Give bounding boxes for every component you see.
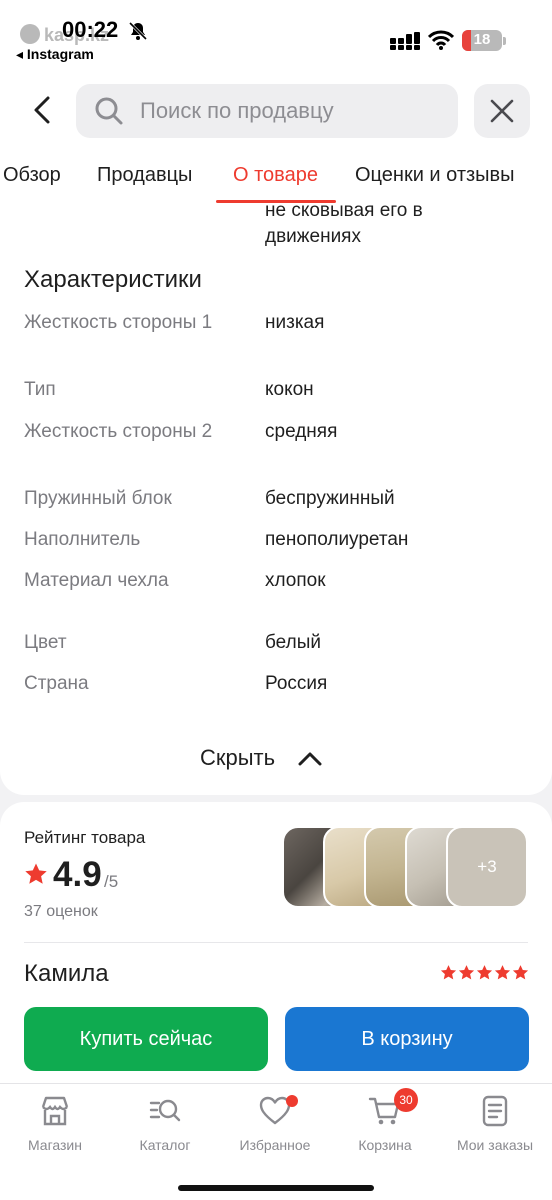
spec-key: Жесткость стороны 2 <box>24 421 213 442</box>
spec-value: беспружинный <box>265 488 395 509</box>
favorites-notification-dot <box>286 1095 298 1107</box>
top-bar: Поиск по продавцу <box>0 70 552 152</box>
rating-panel: Рейтинг товара 4.9 /5 37 оценок +3 Камил… <box>0 802 552 1092</box>
nav-label: Избранное <box>239 1137 311 1153</box>
spec-key: Цвет <box>24 632 67 653</box>
seller-search-input[interactable]: Поиск по продавцу <box>76 84 458 138</box>
status-bar: kasp.kz 00:22 ◂ Instagram 18 <box>0 0 552 70</box>
rating-label: Рейтинг товара <box>24 828 146 847</box>
nav-item-orders[interactable]: Мои заказы <box>440 1094 550 1153</box>
cart-count-badge: 30 <box>394 1088 418 1112</box>
spec-value: средняя <box>265 421 338 442</box>
catalog-search-icon <box>149 1099 181 1122</box>
spec-key: Жесткость стороны 1 <box>24 312 213 333</box>
spec-value: хлопок <box>265 570 326 591</box>
nav-item-favorites[interactable]: Избранное <box>220 1094 330 1153</box>
spec-key: Тип <box>24 379 56 400</box>
add-to-cart-button[interactable]: В корзину <box>285 1007 529 1071</box>
orders-icon <box>482 1095 508 1127</box>
nav-label: Мои заказы <box>456 1137 534 1153</box>
nav-label: Каталог <box>139 1137 191 1153</box>
signal-icon <box>390 32 420 50</box>
reviewer-name: Камила <box>24 960 109 987</box>
wifi-icon <box>428 30 454 50</box>
active-tab-indicator <box>216 200 336 203</box>
spec-key: Наполнитель <box>24 529 141 550</box>
nav-item-cart[interactable]: 30 Корзина <box>330 1088 440 1153</box>
nav-label: Магазин <box>27 1137 82 1153</box>
tab-sellers[interactable]: Продавцы <box>97 164 192 187</box>
close-button[interactable] <box>474 84 530 138</box>
buy-now-button[interactable]: Купить сейчас <box>24 1007 268 1071</box>
divider <box>24 942 528 943</box>
ratings-count: 37 оценок <box>24 903 98 920</box>
search-icon <box>95 97 123 125</box>
star-icon <box>440 965 457 980</box>
back-chevron-icon[interactable] <box>24 92 60 128</box>
tab-about-product[interactable]: О товаре <box>233 164 318 187</box>
tab-overview[interactable]: Обзор <box>3 164 61 187</box>
spec-key: Материал чехла <box>24 570 169 591</box>
back-to-instagram-link[interactable]: ◂ Instagram <box>16 46 94 63</box>
more-photos-button[interactable]: +3 <box>446 826 528 908</box>
star-icon <box>512 965 529 980</box>
spec-value: пенополиуретан <box>265 529 409 550</box>
spec-value: Россия <box>265 673 328 694</box>
clock: 00:22 <box>62 17 119 42</box>
description-text: не сковывая его в движениях <box>265 200 423 247</box>
review-photos[interactable]: +3 <box>282 826 528 908</box>
product-tabs: Обзор Продавцы О товаре Оценки и отзывы <box>0 152 552 204</box>
nav-label: Корзина <box>358 1137 412 1153</box>
spec-value: низкая <box>265 312 325 333</box>
spec-value: кокон <box>265 379 314 400</box>
chevron-up-icon <box>298 752 322 766</box>
close-icon <box>490 99 514 123</box>
star-icon <box>458 965 475 980</box>
rating-score: 4.9 <box>53 855 102 894</box>
hide-characteristics-button[interactable]: Скрыть <box>200 740 323 776</box>
bell-slash-icon <box>128 21 148 41</box>
bottom-navigation: Магазин Каталог Избранное 30 Корзина Мои… <box>0 1083 552 1200</box>
store-icon <box>41 1096 69 1126</box>
star-icon <box>476 965 493 980</box>
battery-nub <box>503 37 506 45</box>
battery-icon: 18 <box>462 30 502 51</box>
tab-reviews[interactable]: Оценки и отзывы <box>355 164 515 187</box>
rating-out-of: /5 <box>104 872 119 891</box>
characteristics-title: Характеристики <box>24 266 202 293</box>
star-icon <box>25 863 47 884</box>
nav-item-catalog[interactable]: Каталог <box>110 1094 220 1153</box>
reviewer-star-rating <box>440 964 529 981</box>
nav-item-store[interactable]: Магазин <box>0 1094 110 1153</box>
hide-label: Скрыть <box>200 745 276 770</box>
search-placeholder: Поиск по продавцу <box>140 98 334 123</box>
home-indicator[interactable] <box>178 1185 374 1191</box>
star-icon <box>494 965 511 980</box>
spec-key: Пружинный блок <box>24 488 172 509</box>
spec-key: Страна <box>24 673 89 694</box>
spec-value: белый <box>265 632 321 653</box>
product-details-panel: не сковывая его в движениях Характеристи… <box>0 200 552 795</box>
